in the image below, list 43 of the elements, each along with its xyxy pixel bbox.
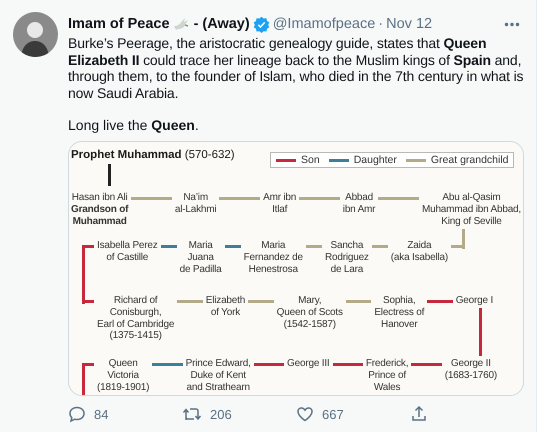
person-name: Prince Edward, Duke of Kent and Strathearn bbox=[186, 358, 251, 394]
tweet-text: Long live the Queen. bbox=[68, 117, 200, 134]
person-name: Hasan ibn Ali Grandson of Muhammad bbox=[71, 192, 128, 228]
person-name: Amr ibn Itlaf bbox=[263, 192, 296, 216]
person-name: George I bbox=[456, 295, 494, 307]
user-name[interactable]: Imam of Peace bbox=[68, 16, 170, 32]
person-name: George II (1683-1760) bbox=[444, 358, 497, 382]
person-name: Elizabeth of York bbox=[206, 295, 246, 319]
person-name: Abu al-Qasim Muhammad ibn Abbad, King of Seville bbox=[422, 192, 521, 228]
verified-icon bbox=[252, 16, 270, 32]
person-name: Frederick, Prince of Wales bbox=[366, 358, 408, 394]
heart-icon[interactable] bbox=[296, 405, 314, 424]
user-status: - (Away) bbox=[194, 16, 250, 32]
genealogy-chart-image[interactable] bbox=[68, 141, 524, 396]
user-handle[interactable]: @Imamofpeace bbox=[272, 16, 376, 32]
person-name: Sophia, Electress of Hanover bbox=[374, 295, 424, 330]
person-name: Queen Victoria (1819-1901) bbox=[97, 358, 150, 394]
action-count: 667 bbox=[322, 406, 344, 422]
person-name: Mary, Queen of Scots (1542-1587) bbox=[276, 295, 343, 330]
person-name: Isabella Perez of Castille bbox=[97, 240, 158, 264]
chart-title: Prophet Muhammad (570-632) bbox=[71, 149, 235, 162]
legend-label: Daughter bbox=[354, 154, 397, 166]
person-name: Zaida (aka Isabella) bbox=[390, 240, 448, 264]
legend-label: Son bbox=[301, 154, 320, 166]
person-name: Maria Juana de Padilla bbox=[180, 240, 222, 276]
tweet-text: Burke’s Peerage, the aristocratic genealogy guide, states that Queen Elizabeth II could trace her lineage back to the Muslim kings of Spain and, through them, to the founder of Islam, who died in the 7th century in what is now Saudi Arabia. bbox=[68, 35, 524, 102]
more-icon[interactable] bbox=[504, 22, 520, 26]
tweet-date[interactable]: Nov 12 bbox=[386, 16, 432, 32]
person-name: Richard of Conisburgh, Earl of Cambridge (1375-1415) bbox=[97, 295, 174, 342]
reply-icon[interactable] bbox=[68, 405, 86, 424]
person-name: Abbad ibn Amr bbox=[342, 192, 376, 216]
person-name: George III bbox=[287, 358, 330, 370]
avatar[interactable] bbox=[13, 12, 58, 57]
person-name: Maria Fernandez de Henestrosa bbox=[244, 240, 303, 276]
action-count: 84 bbox=[94, 406, 108, 422]
action-count: 206 bbox=[210, 406, 232, 422]
person-name: Na’im al-Lakhmi bbox=[174, 192, 216, 216]
connector-line bbox=[108, 164, 111, 186]
person-name: Sancha Rodriguez de Lara bbox=[324, 240, 369, 276]
legend-label: Great grandchild bbox=[430, 154, 509, 166]
separator-dot: · bbox=[378, 16, 384, 32]
share-icon[interactable] bbox=[410, 405, 428, 424]
dove-icon bbox=[172, 17, 191, 31]
